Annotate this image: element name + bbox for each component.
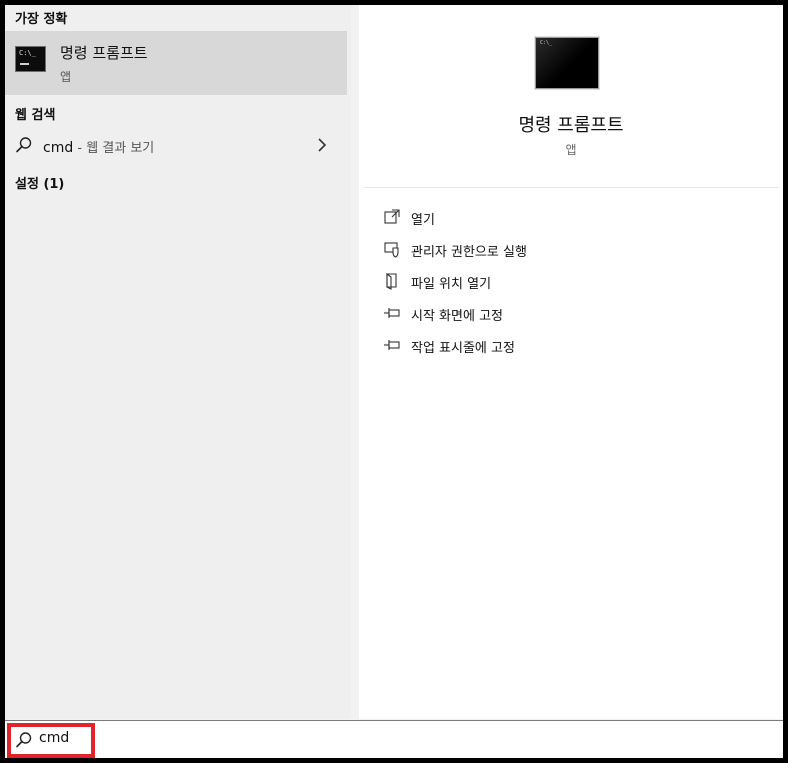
search-icon: [16, 732, 32, 748]
preview-subtitle: 앱: [565, 143, 577, 157]
preview-pane: C:\_ 명령 프롬프트 앱 열기 관리자 권한으로 실행 파일 위치 열기 시…: [359, 5, 783, 719]
command-prompt-icon: C:\_: [15, 46, 46, 72]
action-pin-to-taskbar-label: 작업 표시줄에 고정: [411, 341, 515, 356]
web-search-item[interactable]: cmd - 웹 결과 보기: [5, 129, 347, 161]
search-icon: [16, 137, 32, 153]
run-as-admin-icon: [384, 242, 399, 258]
command-prompt-icon: C:\_: [535, 37, 599, 89]
action-pin-to-start[interactable]: 시작 화면에 고정: [383, 301, 763, 327]
best-match-subtitle: 앱: [60, 70, 72, 84]
action-open-file-location[interactable]: 파일 위치 열기: [383, 269, 763, 295]
action-run-as-admin-label: 관리자 권한으로 실행: [411, 245, 527, 260]
pin-icon: [384, 340, 400, 350]
search-bar[interactable]: [5, 720, 783, 758]
best-match-header: 가장 정확: [15, 12, 68, 27]
best-match-item[interactable]: C:\_ 명령 프롬프트 앱: [5, 31, 347, 95]
action-open-label: 열기: [411, 213, 435, 228]
start-search-window: 가장 정확 C:\_ 명령 프롬프트 앱 웹 검색 cmd - 웹 결과 보기 …: [5, 5, 783, 758]
pin-icon: [384, 308, 400, 318]
action-run-as-admin[interactable]: 관리자 권한으로 실행: [383, 237, 763, 263]
web-search-header: 웹 검색: [15, 108, 56, 123]
web-search-query: cmd: [43, 140, 74, 156]
preview-divider: [363, 187, 779, 188]
settings-header[interactable]: 설정 (1): [15, 173, 64, 192]
web-search-hint: - 웹 결과 보기: [73, 141, 155, 156]
open-icon: [384, 209, 400, 224]
action-pin-to-start-label: 시작 화면에 고정: [411, 309, 503, 324]
results-pane: 가장 정확 C:\_ 명령 프롬프트 앱 웹 검색 cmd - 웹 결과 보기 …: [5, 5, 351, 719]
preview-title: 명령 프롬프트: [518, 115, 624, 136]
file-location-icon: [386, 272, 397, 290]
web-search-text: cmd - 웹 결과 보기: [43, 137, 154, 156]
best-match-title: 명령 프롬프트: [60, 44, 148, 62]
action-pin-to-taskbar[interactable]: 작업 표시줄에 고정: [383, 333, 763, 359]
chevron-right-icon: [318, 138, 327, 152]
search-input[interactable]: [39, 730, 87, 746]
action-open-file-location-label: 파일 위치 열기: [411, 277, 492, 292]
action-open[interactable]: 열기: [383, 205, 763, 231]
